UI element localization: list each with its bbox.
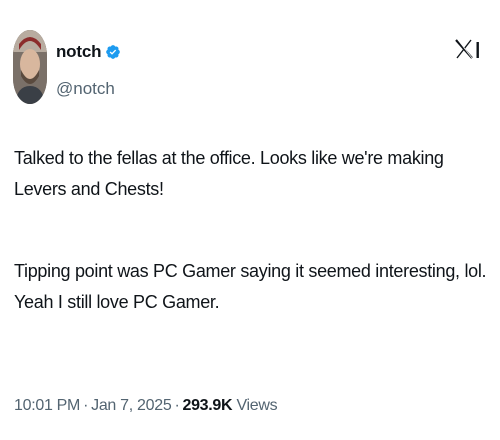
tweet-paragraph: Talked to the fellas at the office. Look… <box>14 148 444 199</box>
tweet-card: notch @notch Talked to the fellas at the… <box>0 0 500 440</box>
tweet-text: Talked to the fellas at the office. Look… <box>14 143 494 318</box>
display-name[interactable]: notch <box>56 42 101 62</box>
tweet-metadata: 10:01 PM · Jan 7, 2025 · 293.9K Views <box>14 397 278 415</box>
author-handle[interactable]: @notch <box>56 79 115 99</box>
author-name-row: notch <box>56 42 121 62</box>
verified-badge-icon <box>106 45 121 59</box>
meta-separator: · <box>83 397 89 414</box>
meta-separator: · <box>174 397 180 414</box>
views-count[interactable]: 293.9K <box>182 397 232 414</box>
tweet-paragraph: Tipping point was PC Gamer saying it see… <box>14 261 487 312</box>
more-options-icon[interactable] <box>475 40 481 60</box>
avatar[interactable] <box>13 30 47 104</box>
tweet-time[interactable]: 10:01 PM <box>14 397 80 414</box>
tweet-date[interactable]: Jan 7, 2025 <box>91 397 172 414</box>
views-label: Views <box>236 397 278 414</box>
avatar-image <box>13 30 47 104</box>
x-logo-icon[interactable] <box>455 38 473 60</box>
